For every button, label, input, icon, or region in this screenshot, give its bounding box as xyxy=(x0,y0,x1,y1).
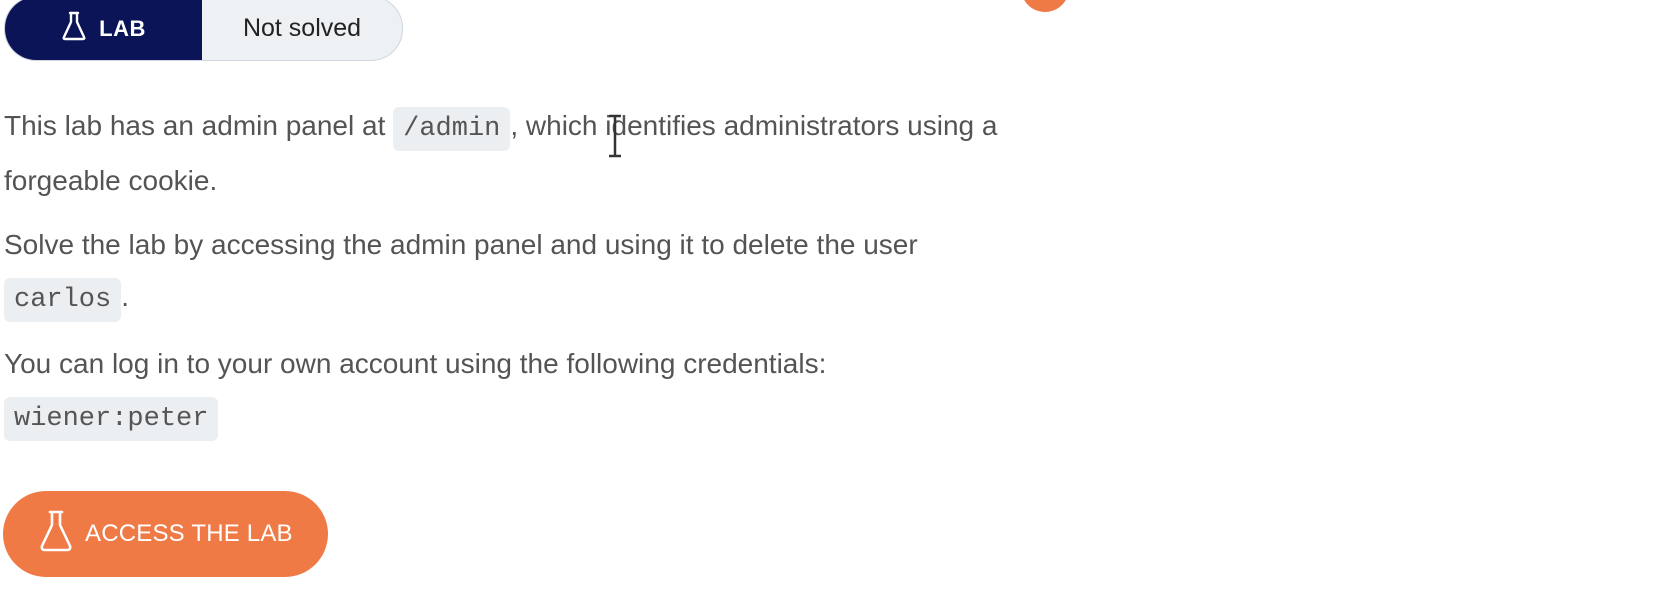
target-user-code: carlos xyxy=(4,278,122,322)
lab-badge: LAB xyxy=(5,0,202,60)
access-lab-label: ACCESS THE LAB xyxy=(85,520,293,547)
description-paragraph: This lab has an admin panel at /admin, w… xyxy=(4,100,1084,207)
admin-path-code: /admin xyxy=(393,107,511,151)
description-text: This lab has an admin panel at xyxy=(4,110,394,141)
credentials-paragraph: You can log in to your own account using… xyxy=(4,338,1084,445)
credentials-text: You can log in to your own account using… xyxy=(4,348,827,379)
lab-badge-label: LAB xyxy=(99,15,146,41)
instruction-paragraph: Solve the lab by accessing the admin pan… xyxy=(4,219,1084,326)
access-lab-button[interactable]: ACCESS THE LAB xyxy=(3,491,328,577)
flask-icon xyxy=(39,510,73,559)
status-label: Not solved xyxy=(242,14,362,42)
text-cursor-icon xyxy=(609,114,621,158)
flask-icon xyxy=(61,11,87,47)
orange-indicator xyxy=(1021,0,1069,12)
status-badge: Not solved xyxy=(202,0,402,60)
lab-status-widget: LAB Not solved xyxy=(4,0,403,61)
instruction-text: . xyxy=(121,281,129,312)
lab-description: This lab has an admin panel at /admin, w… xyxy=(4,100,1084,457)
lab-page: LAB Not solved This lab has an admin pan… xyxy=(0,0,1656,604)
instruction-text: Solve the lab by accessing the admin pan… xyxy=(4,229,918,260)
credentials-code: wiener:peter xyxy=(4,397,219,441)
